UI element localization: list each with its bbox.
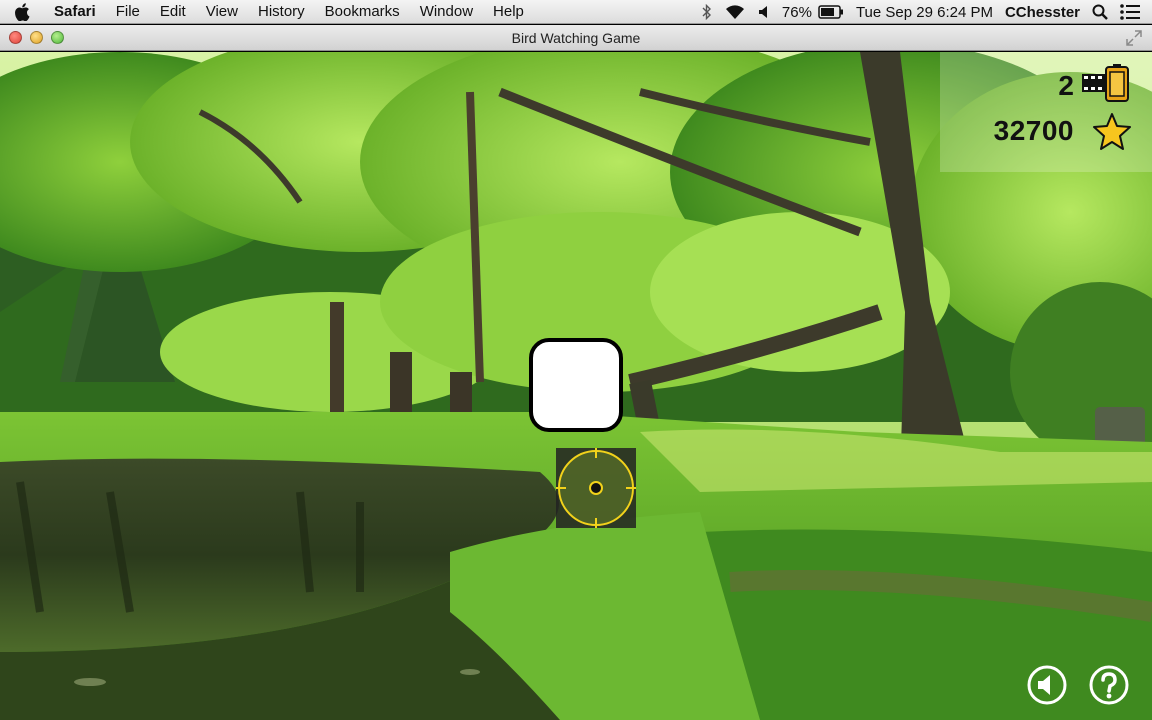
- menu-window[interactable]: Window: [410, 3, 483, 20]
- menu-app-name[interactable]: Safari: [44, 3, 106, 20]
- menu-bar: Safari File Edit View History Bookmarks …: [0, 0, 1152, 24]
- spotlight-search-icon[interactable]: [1092, 4, 1108, 20]
- menu-edit[interactable]: Edit: [150, 3, 196, 20]
- menu-help[interactable]: Help: [483, 3, 534, 20]
- apple-menu-icon[interactable]: [0, 2, 44, 21]
- window-title-bar: Bird Watching Game: [0, 25, 1152, 51]
- speaker-icon: [1027, 665, 1067, 705]
- film-count: 2: [1058, 70, 1074, 101]
- window-title: Bird Watching Game: [511, 30, 641, 46]
- question-mark-icon: [1089, 665, 1129, 705]
- notification-center-icon[interactable]: [1120, 4, 1140, 20]
- film-roll-icon: [1080, 64, 1132, 109]
- menu-file[interactable]: File: [106, 3, 150, 20]
- hud-panel: 2 32700: [940, 52, 1152, 172]
- battery-percentage[interactable]: 76%: [782, 4, 812, 21]
- user-name[interactable]: CChesster: [1005, 4, 1080, 21]
- score-value: 32700: [993, 115, 1074, 146]
- battery-icon[interactable]: [818, 5, 844, 19]
- sound-toggle-button[interactable]: [1026, 664, 1068, 706]
- bluetooth-icon[interactable]: [702, 4, 712, 20]
- fullscreen-icon[interactable]: [1126, 30, 1142, 49]
- clock[interactable]: Tue Sep 29 6:24 PM: [856, 4, 993, 21]
- camera-reticle-icon[interactable]: [556, 448, 636, 528]
- volume-icon[interactable]: [758, 5, 770, 19]
- wifi-icon[interactable]: [724, 4, 746, 20]
- menu-bookmarks[interactable]: Bookmarks: [315, 3, 410, 20]
- help-button[interactable]: [1088, 664, 1130, 706]
- menu-history[interactable]: History: [248, 3, 315, 20]
- game-scene[interactable]: 2 32700: [0, 52, 1152, 720]
- star-icon: [1092, 112, 1132, 157]
- menu-view[interactable]: View: [196, 3, 248, 20]
- bird-photo-slot: [529, 338, 623, 432]
